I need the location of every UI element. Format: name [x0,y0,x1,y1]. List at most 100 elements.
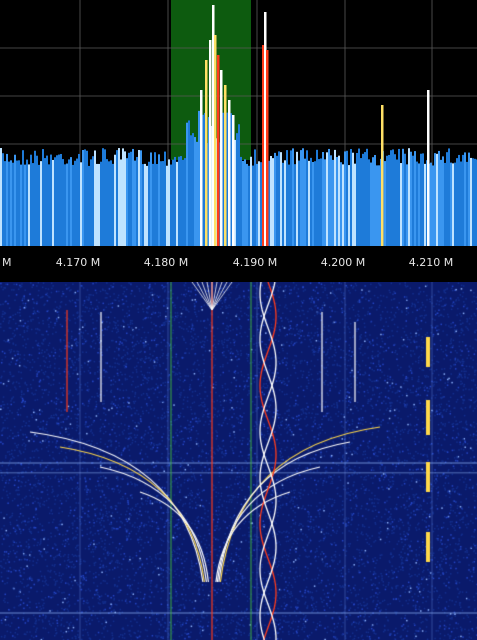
spectrum-bar [442,156,444,246]
spectrum-bar [98,163,100,246]
spectrum-bar [410,151,412,246]
spectrum-bar [182,159,184,246]
spectrum-bar [384,161,386,246]
spectrum-bar [156,163,158,246]
spectrum-bar [294,164,296,246]
spectrum-bar [144,163,146,246]
spectrum-bar [198,110,200,246]
waterfall-display[interactable] [0,282,477,640]
spectrum-bar [88,165,90,246]
tick-label-4180: 4.180 M [143,256,189,269]
spectrum-bar [326,152,328,246]
spectrum-peak [205,60,208,246]
spectrum-bar [26,159,28,246]
spectrum-bar [56,155,58,246]
spectrum-bar [6,153,8,246]
spectrum-bar [328,148,330,246]
spectrum-bar [374,154,376,246]
spectrum-bar [438,150,440,246]
spectrum-bar [42,149,44,246]
spectrum-bar [64,164,66,246]
spectrum-bar [274,152,276,246]
spectrum-peak [228,100,231,246]
spectrum-bar [74,160,76,246]
spectrum-bar [456,158,458,246]
spectrum-bar [466,161,468,246]
spectrum-bar [460,161,462,246]
spectrum-bar [318,159,320,246]
spectrum-bar [100,161,102,246]
spectrum-bar [398,148,400,246]
spectrum-display[interactable] [0,0,477,246]
spectrum-bar [430,162,432,246]
spectrum-peak [214,35,217,246]
spectrum-bar [246,163,248,246]
spectrum-bar [92,156,94,246]
spectrum-bar [354,163,356,246]
spectrum-bar [160,161,162,246]
spectrum-peak [232,115,235,246]
spectrum-bar [366,148,368,246]
spectrum-bar [390,150,392,246]
spectrum-bar [288,164,290,246]
spectrum-bar [358,148,360,246]
spectrum-bar [448,148,450,246]
spectrum-bar [114,154,116,246]
spectrum-bar [108,161,110,246]
spectrum-bar [444,162,446,246]
spectrum-bar [136,156,138,246]
spectrum-bar [124,151,126,246]
spectrum-bar [28,164,30,246]
spectrum-bar [40,161,42,246]
spectrum-bar [412,155,414,246]
spectrum-bar [20,164,22,246]
spectrum-bar [12,162,14,246]
spectrum-bar [150,152,152,246]
spectrum-bar [32,163,34,246]
spectrum-bar [252,165,254,246]
spectrum-bar [166,165,168,246]
spectrum-bar [86,150,88,246]
spectrum-bar [254,149,256,246]
spectrum-bar [334,149,336,246]
spectrum-bar [350,149,352,246]
spectrum-bar [48,164,50,246]
spectrum-bar [58,154,60,246]
spectrum-bar [10,160,12,246]
spectrum-bar [140,150,142,246]
spectrum-bar [34,150,36,246]
spectrum-bar [458,154,460,246]
spectrum-bar [440,159,442,246]
spectrum-bar [248,165,250,246]
spectrum-peak [220,70,223,246]
spectrum-bar [18,160,20,246]
spectrum-bar [290,150,292,246]
spectrum-bar [164,151,166,246]
tick-label-edge: M [2,256,12,269]
spectrum-bar [104,149,106,246]
tick-label-4190: 4.190 M [232,256,278,269]
spectrum-bar [296,151,298,246]
spectrum-bar [4,161,6,246]
spectrum-bar [396,159,398,246]
spectrum-bar [450,162,452,246]
spectrum-bar [178,156,180,246]
spectrum-bar [102,148,104,246]
frequency-axis: M 4.170 M 4.180 M 4.190 M 4.200 M 4.210 … [0,246,477,280]
spectrum-bar [126,158,128,246]
spectrum-bar [158,154,160,246]
spectrum-bar [190,135,192,246]
spectrum-bar [22,150,24,246]
spectrum-bar [62,159,64,246]
spectrum-bar [308,160,310,246]
spectrum-bar [250,156,252,246]
spectrum-bar [76,158,78,246]
spectrum-bar [322,152,324,246]
spectrum-peak [266,50,269,246]
spectrum-bar [112,163,114,246]
spectrum-bar [468,152,470,246]
spectrum-bar [362,153,364,246]
spectrum-bar [346,150,348,246]
tick-label-4200: 4.200 M [320,256,366,269]
spectrum-bar [378,165,380,246]
